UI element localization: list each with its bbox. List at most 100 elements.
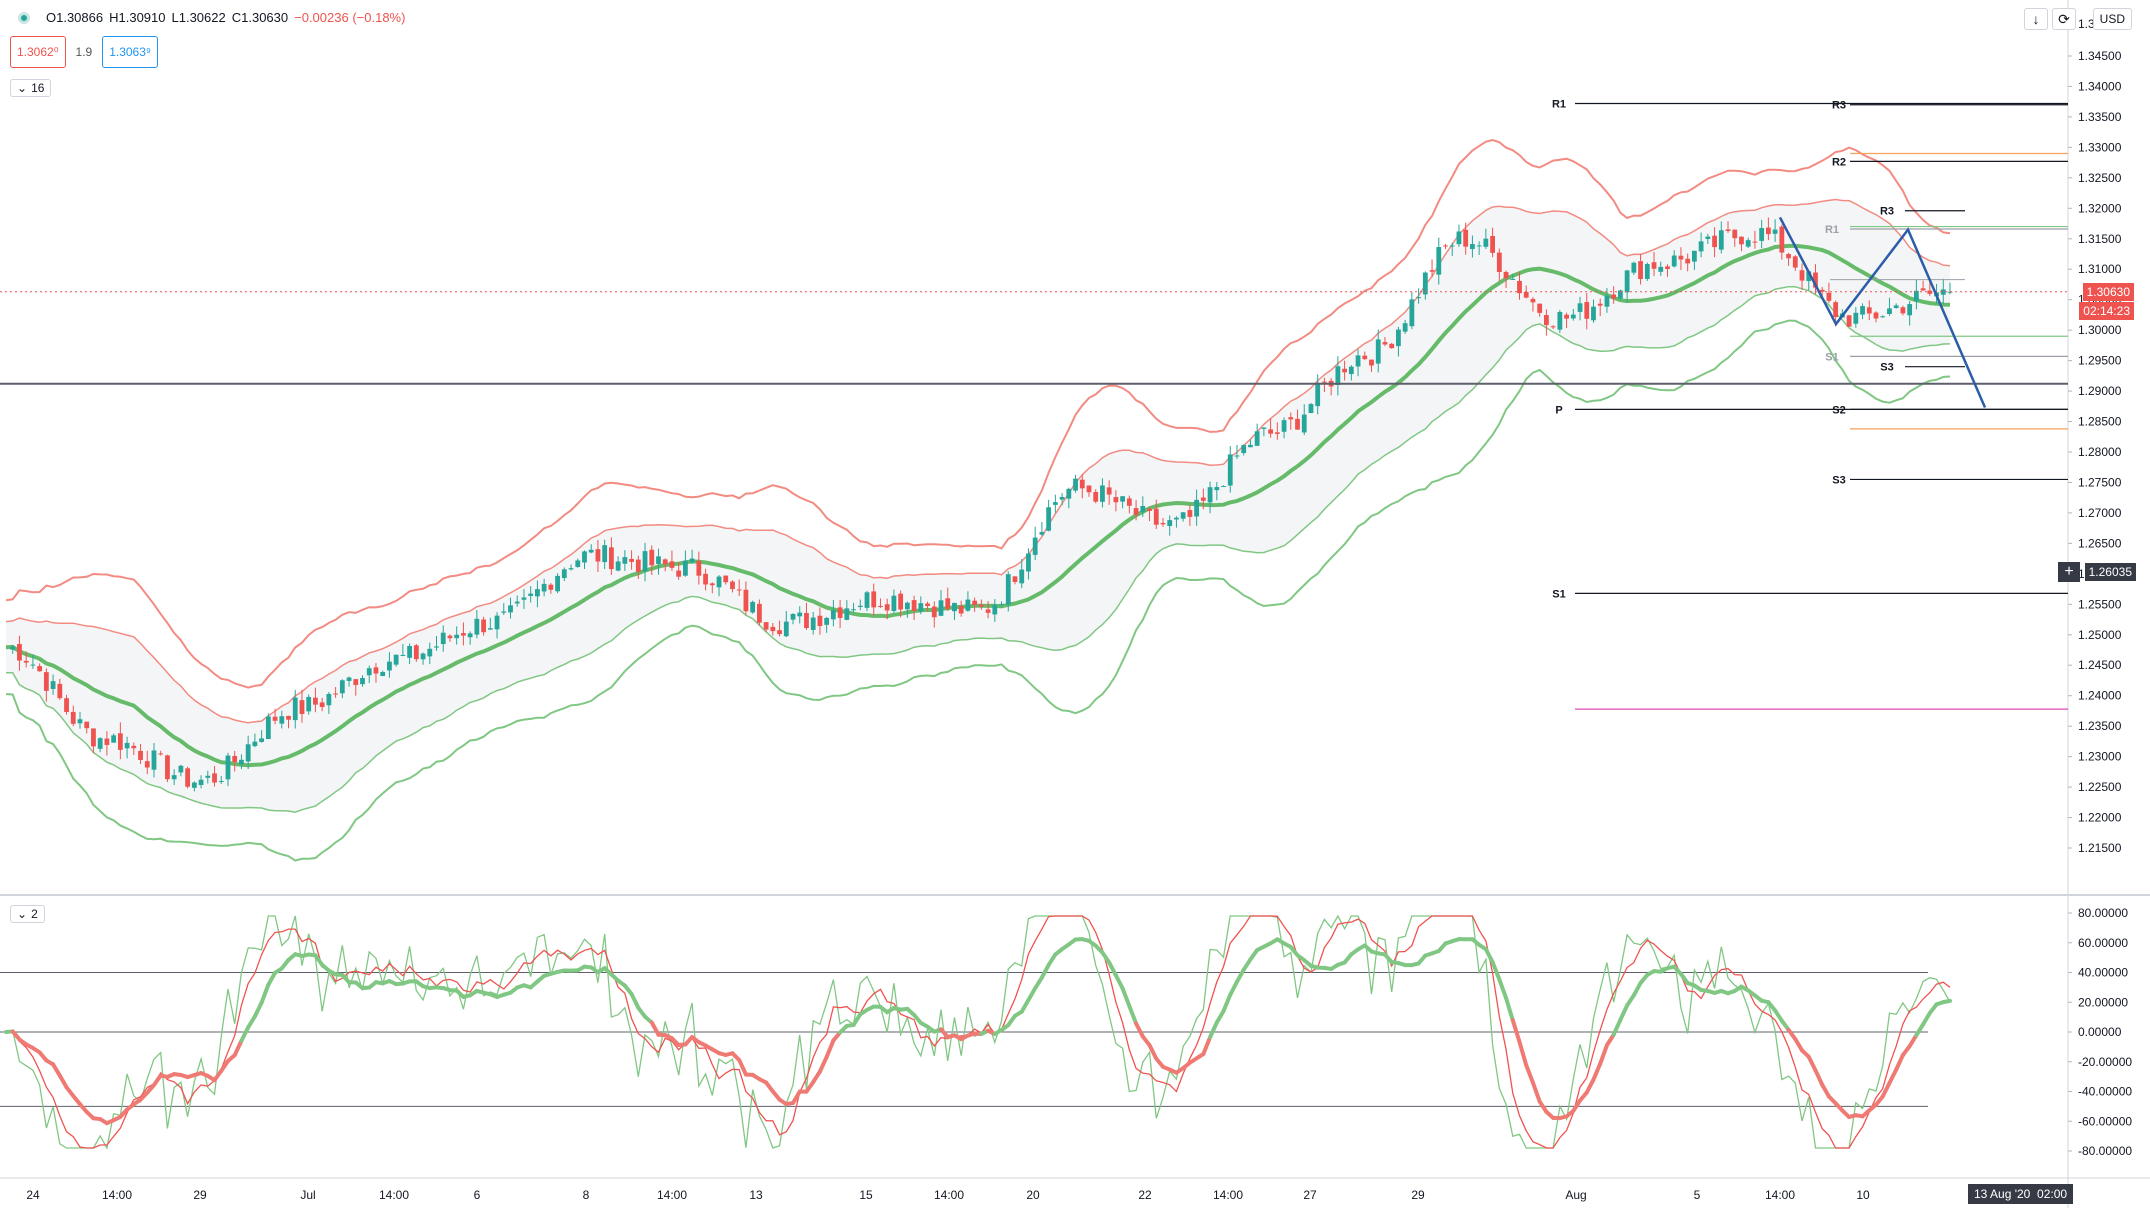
arrow-down-icon[interactable]: ↓ bbox=[2024, 8, 2048, 30]
candle-body bbox=[1665, 266, 1670, 270]
candle-body bbox=[1436, 247, 1442, 275]
indicators-count: 16 bbox=[31, 81, 45, 95]
sell-button[interactable]: 1.3062⁰ bbox=[10, 36, 66, 68]
candle-body bbox=[1624, 270, 1630, 293]
candle-body bbox=[1779, 226, 1785, 253]
candle-body bbox=[1106, 487, 1112, 495]
candle-body bbox=[1274, 432, 1280, 434]
high-value: H1.30910 bbox=[109, 10, 166, 25]
candle-body bbox=[104, 738, 110, 745]
oscillator-collapse-button[interactable]: ⌄ 2 bbox=[10, 905, 45, 923]
time-tick-label: 24 bbox=[26, 1188, 40, 1202]
candle-body bbox=[837, 607, 843, 618]
candle-body bbox=[689, 558, 695, 563]
chevron-down-icon: ⌄ bbox=[17, 81, 28, 95]
candle-body bbox=[124, 742, 130, 749]
candle-body bbox=[1389, 343, 1395, 349]
candle-body bbox=[1597, 303, 1603, 306]
candle-body bbox=[319, 702, 325, 708]
chart-canvas[interactable]: R1 R3 R2 P S2 S3 S1 R3 R1 S1 S3 1.34500 1.34000 1.335… bbox=[0, 0, 2150, 1208]
candle-body bbox=[1093, 491, 1099, 502]
candle-body bbox=[77, 719, 83, 724]
candle-body bbox=[380, 672, 386, 676]
ohlc-legend: O1.30866 H1.30910 L1.30622 C1.30630 −0.0… bbox=[18, 10, 405, 25]
pivot-label: S2 bbox=[1832, 404, 1845, 416]
candle-body bbox=[97, 738, 103, 749]
candle-body bbox=[50, 681, 56, 689]
candle-body bbox=[1476, 245, 1482, 247]
currency-button[interactable]: USD bbox=[2092, 8, 2132, 30]
candle-body bbox=[716, 576, 722, 588]
candle-body bbox=[1765, 227, 1771, 235]
candle-body bbox=[1799, 270, 1805, 281]
candle-body bbox=[1315, 382, 1321, 407]
candle-body bbox=[1147, 508, 1152, 511]
candle-body bbox=[985, 609, 991, 613]
price-tick-label: 1.23500 bbox=[2078, 719, 2122, 733]
price-tick-label: 1.21500 bbox=[2078, 841, 2122, 855]
candle-body bbox=[1100, 485, 1105, 502]
candle-body bbox=[582, 551, 587, 563]
price-tick-label: 1.33000 bbox=[2078, 140, 2122, 154]
price-tick-label: 1.22000 bbox=[2078, 811, 2122, 825]
candle-body bbox=[938, 600, 944, 616]
chevron-down-icon: ⌄ bbox=[17, 907, 28, 921]
pivot-label: R1 bbox=[1552, 99, 1566, 111]
candle-body bbox=[878, 605, 883, 607]
refresh-icon[interactable]: ⟳ bbox=[2052, 8, 2076, 30]
candle-body bbox=[1416, 297, 1421, 299]
time-tick-label: 10 bbox=[1856, 1188, 1870, 1202]
candle-body bbox=[191, 782, 197, 788]
candle-body bbox=[736, 589, 742, 591]
candle-body bbox=[1174, 517, 1179, 520]
candle-body bbox=[440, 632, 446, 645]
candle-body bbox=[1530, 299, 1536, 303]
candle-body bbox=[1073, 478, 1078, 491]
candle-body bbox=[676, 570, 682, 577]
candle-body bbox=[1759, 228, 1765, 241]
candle-body bbox=[1866, 307, 1872, 314]
candle-body bbox=[1752, 241, 1758, 243]
candle-body bbox=[1604, 295, 1610, 307]
candle-body bbox=[898, 593, 904, 610]
candle-body bbox=[824, 617, 830, 625]
candle-body bbox=[1039, 532, 1045, 535]
candle-body bbox=[447, 635, 453, 639]
trade-buttons: 1.3062⁰ 1.9 1.3063⁹ bbox=[10, 36, 159, 68]
candle-body bbox=[810, 617, 816, 630]
price-tick-label: 1.27500 bbox=[2078, 475, 2122, 489]
candle-body bbox=[904, 602, 910, 610]
candle-body bbox=[535, 589, 540, 597]
osc-tick-label: -60.00000 bbox=[2078, 1114, 2132, 1128]
candle-body bbox=[918, 603, 924, 612]
buy-button[interactable]: 1.3063⁹ bbox=[102, 36, 159, 68]
candle-body bbox=[992, 605, 998, 615]
candle-body bbox=[1086, 485, 1092, 493]
candle-body bbox=[730, 581, 735, 590]
plus-icon[interactable]: + bbox=[2058, 561, 2080, 582]
candle-body bbox=[1638, 261, 1643, 280]
candle-body bbox=[783, 621, 789, 637]
candle-body bbox=[339, 680, 345, 694]
candle-body bbox=[1591, 306, 1596, 321]
candle-body bbox=[635, 559, 641, 572]
price-tick-label: 1.32000 bbox=[2078, 201, 2122, 215]
candle-body bbox=[575, 560, 581, 567]
candle-body bbox=[1214, 487, 1220, 491]
indicators-collapse-button[interactable]: ⌄ 16 bbox=[10, 79, 52, 97]
candle-body bbox=[649, 549, 655, 566]
candle-body bbox=[871, 591, 877, 608]
candle-body bbox=[1268, 429, 1274, 434]
candle-body bbox=[1718, 230, 1724, 250]
candle-body bbox=[373, 667, 379, 674]
candle-body bbox=[1900, 307, 1906, 314]
candle-body bbox=[508, 605, 513, 613]
candle-body bbox=[239, 759, 244, 765]
candle-body bbox=[1288, 417, 1294, 420]
candle-body bbox=[171, 775, 177, 780]
candle-body bbox=[1369, 359, 1374, 366]
candle-body bbox=[602, 545, 608, 563]
candle-body bbox=[70, 711, 76, 724]
time-tick-label: 14:00 bbox=[379, 1188, 409, 1202]
candle-body bbox=[1846, 315, 1852, 327]
